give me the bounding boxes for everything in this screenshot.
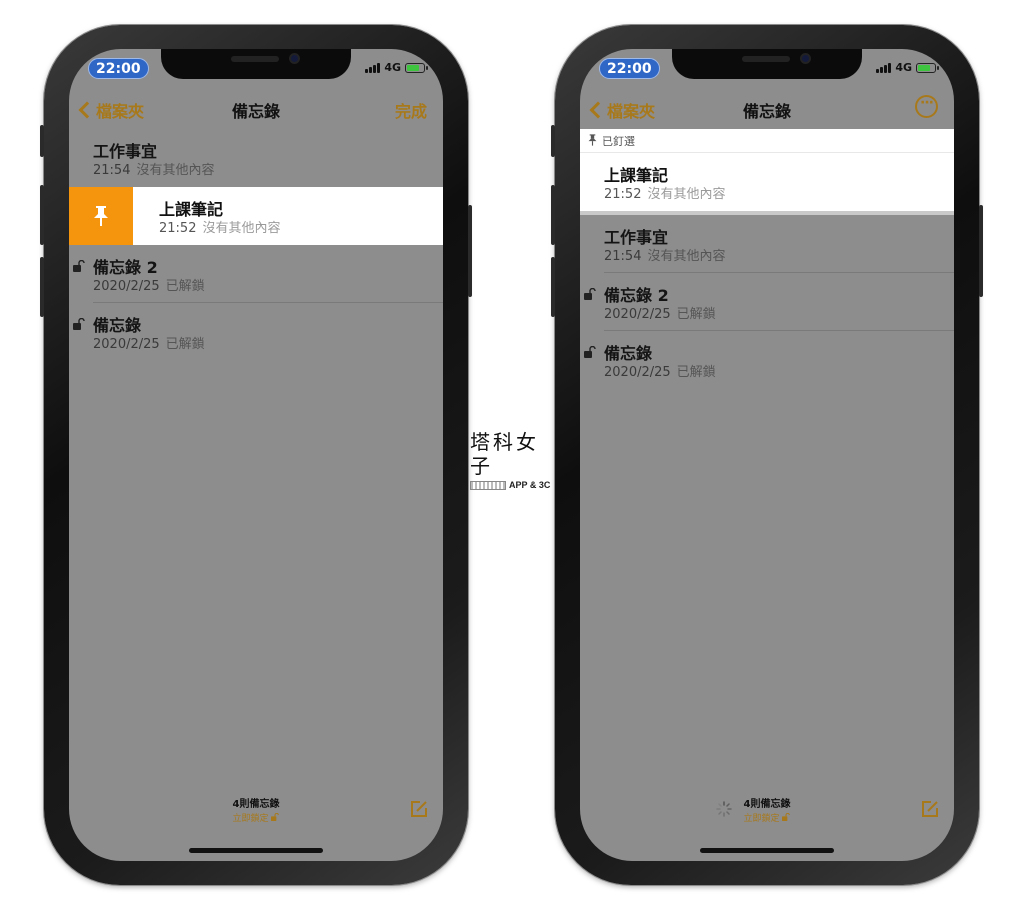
note-subtitle: 2020/2/25 已解鎖: [93, 333, 205, 352]
note-row[interactable]: 工作事宜 21:54 沒有其他內容: [69, 129, 443, 187]
battery-icon: [916, 62, 939, 73]
nav-title: 備忘錄: [742, 102, 791, 121]
note-row-swiped[interactable]: 上課筆記 21:52 沒有其他內容: [69, 187, 443, 245]
note-subtitle: 21:54 沒有其他內容: [93, 159, 214, 178]
note-time: 21:54: [604, 249, 642, 264]
side-button: [468, 205, 472, 297]
note-time: 21:52: [604, 187, 642, 202]
note-subtitle: 21:54 沒有其他內容: [604, 245, 725, 264]
note-preview: 已解鎖: [165, 337, 205, 352]
note-preview: 沒有其他內容: [647, 187, 726, 202]
volume-down-button: [40, 257, 44, 317]
note-row[interactable]: 工作事宜 21:54 沒有其他內容: [580, 215, 954, 273]
pin-action-button[interactable]: [69, 187, 133, 245]
lock-now-button[interactable]: 立即鎖定: [69, 811, 443, 824]
note-preview: 沒有其他內容: [202, 221, 281, 236]
ellipsis-circle-icon[interactable]: ···: [915, 95, 938, 118]
volume-up-button: [551, 185, 555, 245]
volume-down-button: [551, 257, 555, 317]
note-subtitle: 2020/2/25 已解鎖: [93, 275, 205, 294]
pinned-section-header: 已釘選: [580, 129, 954, 153]
unlocked-padlock-icon: [73, 318, 85, 330]
notch: [161, 49, 351, 79]
note-subtitle: 2020/2/25 已解鎖: [604, 361, 716, 380]
lock-now-button[interactable]: 立即鎖定: [580, 811, 954, 824]
pushpin-icon: [588, 134, 597, 146]
volume-up-button: [40, 185, 44, 245]
note-time: 21:54: [93, 163, 131, 178]
unlocked-padlock-icon: [73, 260, 85, 272]
note-subtitle: 2020/2/25 已解鎖: [604, 303, 716, 322]
done-button[interactable]: 完成: [395, 98, 427, 122]
note-row[interactable]: 備忘錄 2 2020/2/25 已解鎖: [580, 273, 954, 331]
barcode-icon: [470, 480, 506, 490]
phone-left: 22:00 4G 檔案夾 備忘錄 完成 工作事宜 21:54 沒有其他內容 上課…: [40, 25, 472, 885]
note-time: 2020/2/25: [604, 365, 671, 380]
note-time: 2020/2/25: [93, 279, 160, 294]
note-subtitle: 21:52 沒有其他內容: [604, 183, 725, 202]
note-preview: 沒有其他內容: [136, 163, 215, 178]
note-row-pinned[interactable]: 上課筆記 21:52 沒有其他內容: [580, 153, 954, 211]
note-preview: 已解鎖: [165, 279, 205, 294]
status-indicators: 4G: [876, 61, 939, 74]
status-time[interactable]: 22:00: [599, 58, 660, 79]
unlocked-padlock-icon: [584, 346, 596, 358]
signal-icon: [876, 62, 892, 73]
compose-icon[interactable]: [920, 799, 940, 819]
lock-now-label: 立即鎖定: [232, 814, 269, 824]
nav-bar: 檔案夾 備忘錄 ···: [580, 93, 954, 129]
note-row[interactable]: 備忘錄 2020/2/25 已解鎖: [69, 303, 443, 361]
watermark-tag: APP & 3C: [509, 480, 551, 490]
phone-right: 22:00 4G 檔案夾 備忘錄 ··· 已釘選 上課筆記 21:52 沒有其他…: [551, 25, 983, 885]
home-indicator[interactable]: [700, 848, 834, 853]
note-time: 2020/2/25: [93, 337, 160, 352]
status-time[interactable]: 22:00: [88, 58, 149, 79]
note-time: 21:52: [159, 221, 197, 236]
note-preview: 沒有其他內容: [647, 249, 726, 264]
unlocked-padlock-icon: [271, 812, 280, 821]
note-time: 2020/2/25: [604, 307, 671, 322]
home-indicator[interactable]: [189, 848, 323, 853]
battery-icon: [405, 62, 428, 73]
screen-left: 22:00 4G 檔案夾 備忘錄 完成 工作事宜 21:54 沒有其他內容 上課…: [69, 49, 443, 861]
note-row[interactable]: 備忘錄 2020/2/25 已解鎖: [580, 331, 954, 389]
side-button: [979, 205, 983, 297]
note-preview: 已解鎖: [676, 365, 716, 380]
notch: [672, 49, 862, 79]
status-indicators: 4G: [365, 61, 428, 74]
compose-icon[interactable]: [409, 799, 429, 819]
pushpin-icon: [94, 206, 108, 226]
note-count: 4則備忘錄: [232, 799, 280, 810]
signal-icon: [365, 62, 381, 73]
note-count: 4則備忘錄: [743, 799, 791, 810]
note-subtitle: 21:52 沒有其他內容: [159, 217, 280, 236]
note-row[interactable]: 備忘錄 2 2020/2/25 已解鎖: [69, 245, 443, 303]
nav-title: 備忘錄: [231, 102, 280, 121]
lock-now-label: 立即鎖定: [743, 814, 780, 824]
notes-footer: 4則備忘錄 立即鎖定: [580, 795, 954, 825]
mute-switch: [551, 125, 555, 157]
screen-right: 22:00 4G 檔案夾 備忘錄 ··· 已釘選 上課筆記 21:52 沒有其他…: [580, 49, 954, 861]
network-type: 4G: [895, 61, 912, 74]
nav-bar: 檔案夾 備忘錄 完成: [69, 93, 443, 129]
network-type: 4G: [384, 61, 401, 74]
note-preview: 已解鎖: [676, 307, 716, 322]
watermark-logo: 塔科女子 APP & 3C: [470, 430, 556, 490]
pinned-label: 已釘選: [602, 135, 635, 148]
unlocked-padlock-icon: [782, 812, 791, 821]
notes-footer: 4則備忘錄 立即鎖定: [69, 795, 443, 825]
unlocked-padlock-icon: [584, 288, 596, 300]
mute-switch: [40, 125, 44, 157]
watermark-title: 塔科女子: [470, 430, 539, 478]
